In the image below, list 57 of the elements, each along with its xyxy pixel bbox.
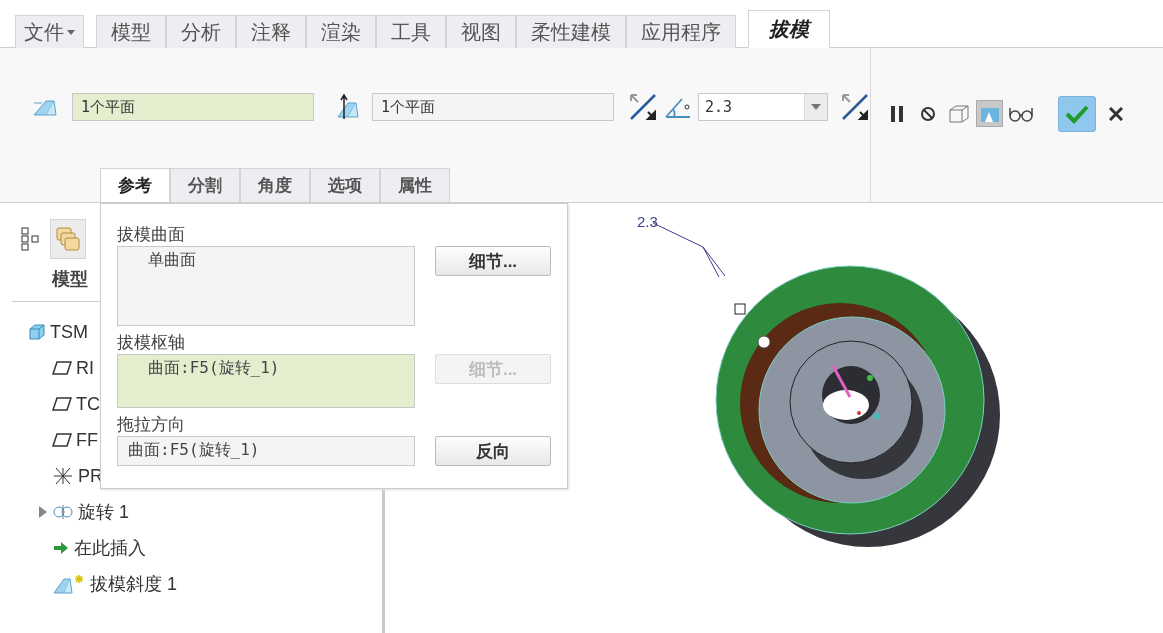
panel-tab[interactable]: 角度 — [240, 168, 310, 202]
draft-icon — [52, 573, 86, 595]
arrow-icon — [52, 540, 70, 556]
plane-icon — [52, 433, 72, 447]
glasses-icon — [1007, 105, 1034, 122]
section-label: 拔模枢轴 — [117, 332, 186, 354]
expand-arrow-icon[interactable] — [38, 506, 48, 518]
panel-tab[interactable]: 属性 — [380, 168, 450, 202]
reference-list[interactable]: 曲面:F5(旋转_1) — [117, 354, 415, 408]
cube-icon — [28, 323, 46, 341]
menu-tab[interactable]: 拔模 — [748, 10, 830, 48]
angle-dropdown[interactable]: 2.3 — [698, 93, 828, 121]
tree-item[interactable]: 拔模斜度 1 — [90, 572, 177, 596]
menu-tab[interactable]: 文件 — [15, 15, 84, 48]
reference-field[interactable]: 曲面:F5(旋转_1) — [117, 436, 415, 466]
draft-surfaces-field[interactable]: 1个平面 — [72, 93, 314, 121]
menu-tab[interactable]: 渲染 — [306, 15, 376, 48]
pause-icon — [889, 104, 904, 123]
checkmark-icon — [1065, 104, 1089, 124]
menu-tab[interactable]: 应用程序 — [626, 15, 736, 48]
menu-tab[interactable]: 模型 — [96, 15, 166, 48]
close-icon — [1109, 107, 1123, 121]
dimension-label: 2.3 — [637, 213, 658, 230]
menu-tab[interactable]: 视图 — [446, 15, 516, 48]
panel-tab[interactable]: 分割 — [170, 168, 240, 202]
menu-tab[interactable]: 工具 — [376, 15, 446, 48]
dropdown-caret-icon — [811, 104, 821, 110]
tree-item[interactable]: 旋转 1 — [78, 500, 129, 524]
plane-icon — [52, 397, 72, 411]
panel-tab[interactable]: 参考 — [100, 168, 170, 202]
coordinate-system-icon — [52, 466, 74, 486]
tree-item[interactable]: TC — [76, 393, 100, 415]
tree-structure-icon — [21, 227, 39, 251]
tree-item[interactable]: RI — [76, 357, 94, 379]
details-button[interactable]: 细节... — [435, 246, 551, 276]
flip-button[interactable]: 反向 — [435, 436, 551, 466]
plane-icon — [52, 361, 72, 375]
tree-item[interactable]: FF — [76, 429, 98, 451]
section-label: 拖拉方向 — [117, 414, 186, 436]
tree-item[interactable]: 在此插入 — [74, 536, 146, 560]
flip-arrow-icon[interactable] — [628, 92, 658, 122]
menu-tab[interactable]: 分析 — [166, 15, 236, 48]
no-entry-icon — [919, 105, 936, 122]
wireframe-box-icon — [947, 103, 970, 124]
menu-tab[interactable]: 注释 — [236, 15, 306, 48]
reference-list[interactable]: 单曲面 — [117, 246, 415, 326]
folders-icon — [55, 226, 81, 252]
menu-tab[interactable]: 柔性建模 — [516, 15, 626, 48]
panel-tab[interactable]: 选项 — [310, 168, 380, 202]
draft-hinges-field[interactable]: 1个平面 — [372, 93, 614, 121]
tree-item[interactable]: TSM — [50, 321, 88, 343]
revolve-icon — [52, 505, 74, 519]
handle-square-icon[interactable] — [734, 303, 746, 315]
flip-arrow-icon[interactable] — [840, 92, 870, 122]
section-label: 拔模曲面 — [117, 224, 186, 246]
drag-handle-icon[interactable] — [757, 335, 771, 349]
dropdown-caret-icon — [67, 29, 75, 35]
